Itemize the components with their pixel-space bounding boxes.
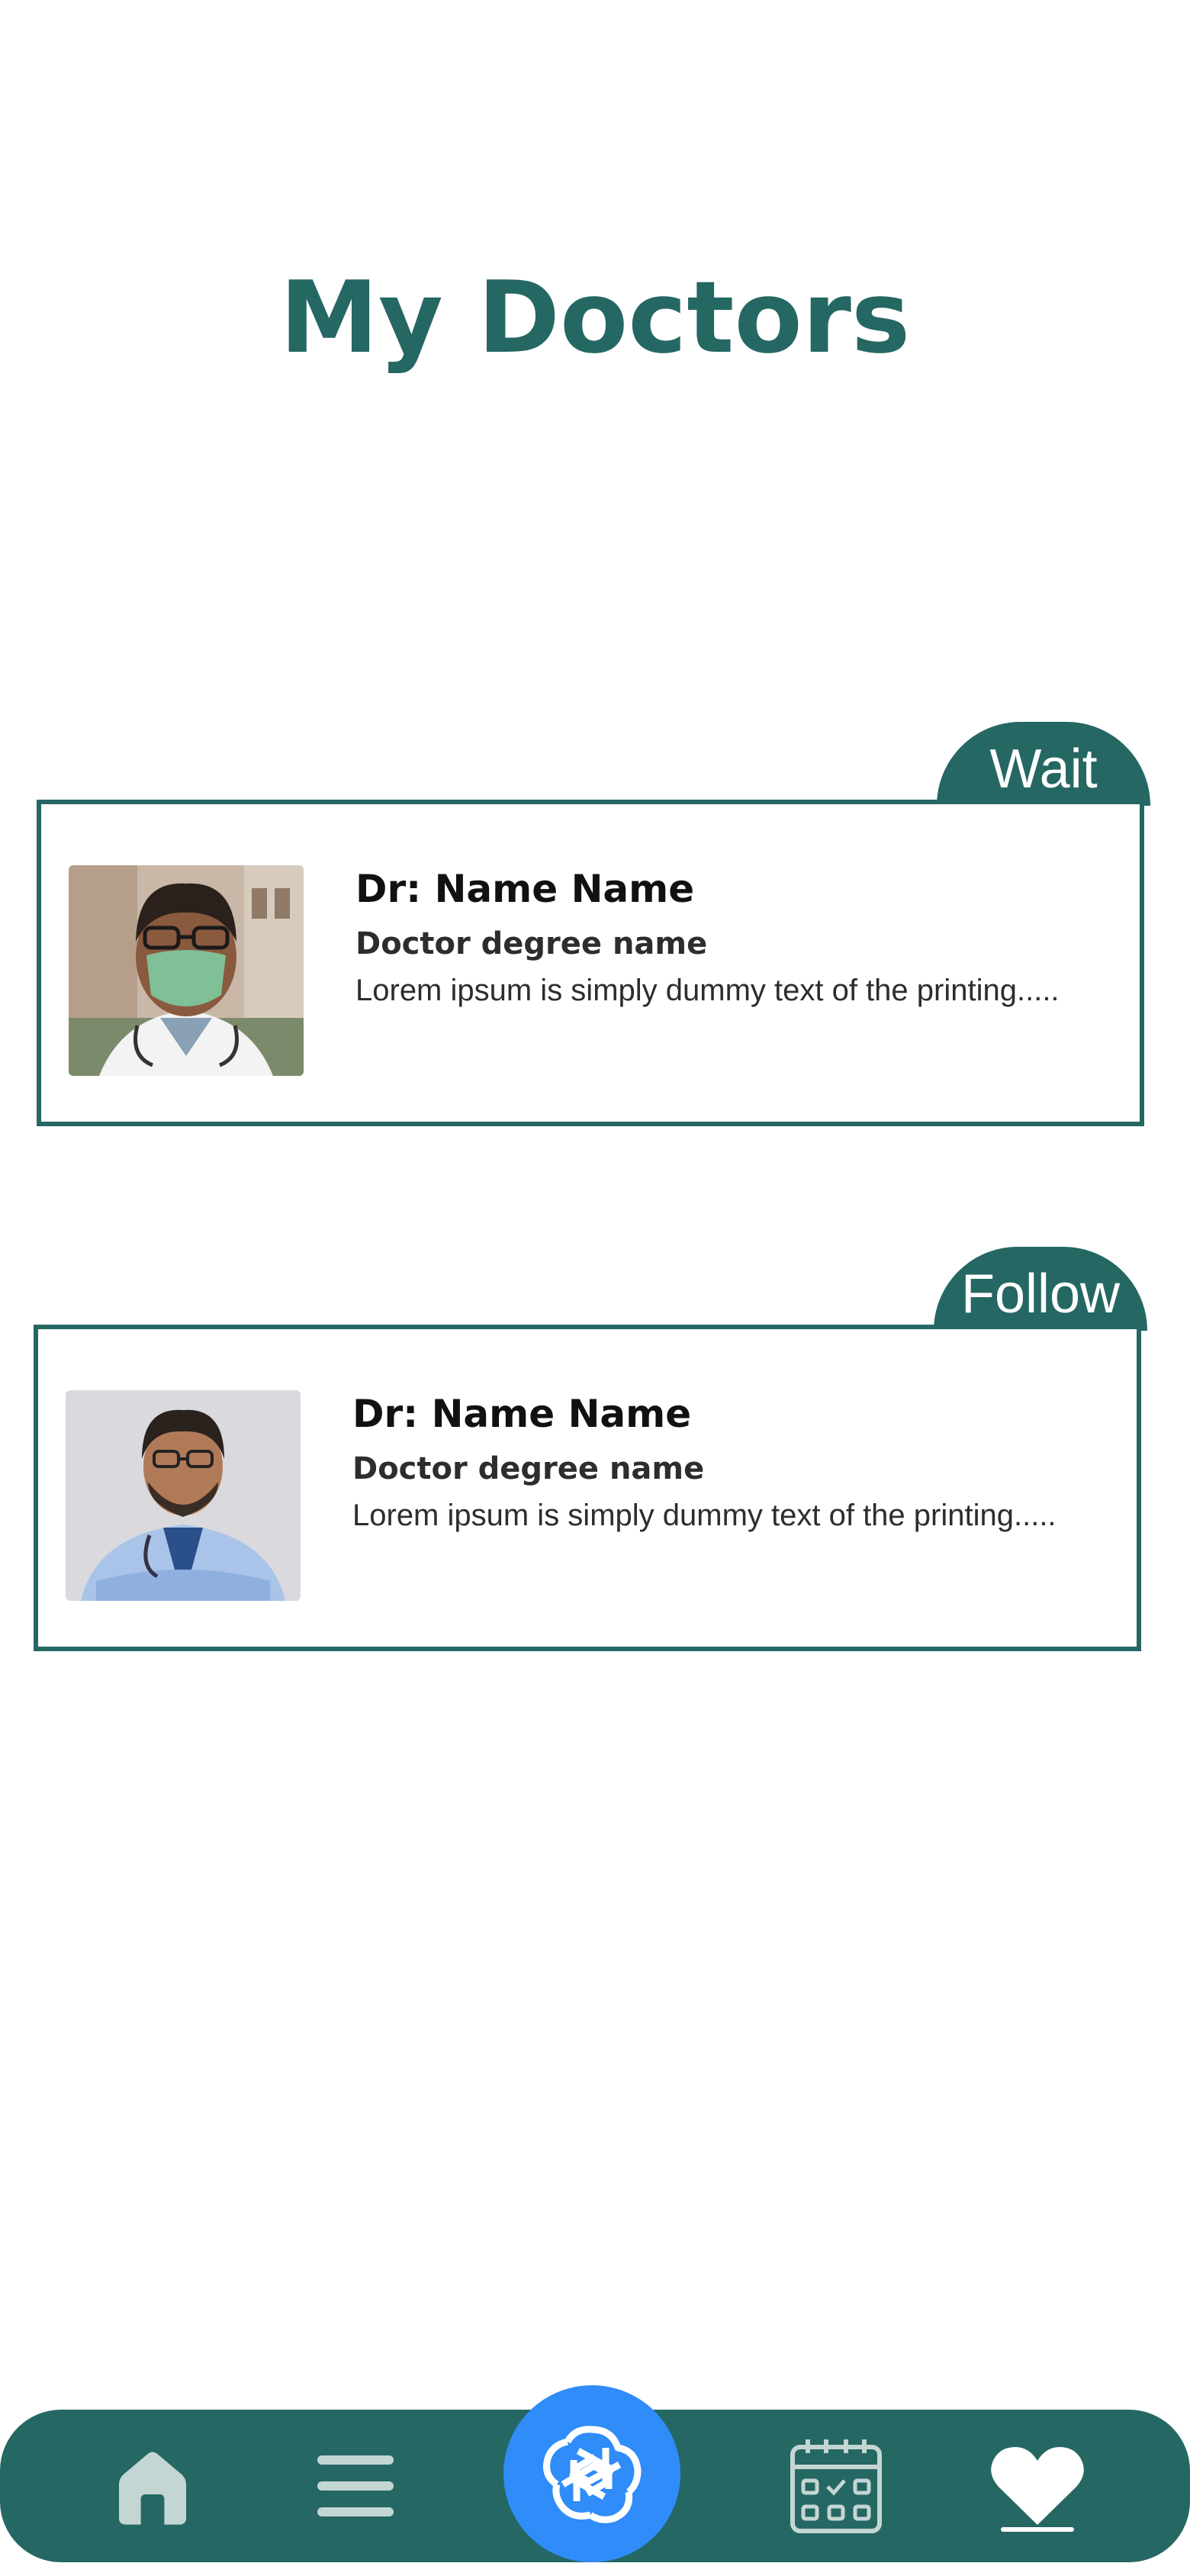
doctor-photo (69, 865, 304, 1076)
nav-favorites[interactable] (984, 2410, 1091, 2562)
active-indicator (1001, 2527, 1074, 2532)
status-badge[interactable]: Wait (937, 722, 1150, 806)
status-badge[interactable]: Follow (934, 1247, 1147, 1331)
doctor-description: Lorem ipsum is simply dummy text of the … (355, 974, 1060, 1007)
nav-home[interactable] (99, 2410, 206, 2562)
chatbot-button[interactable] (503, 2385, 680, 2562)
doctor-name: Dr: Name Name (355, 867, 695, 911)
page-title: My Doctors (279, 259, 911, 375)
doctor-card[interactable]: Dr: Name Name Doctor degree name Lorem i… (37, 800, 1144, 1126)
doctor-card-wrapper: Wait Dr: Name Name Doctor degree name Lo… (37, 722, 1150, 1134)
nav-calendar[interactable] (783, 2410, 889, 2562)
doctor-description: Lorem ipsum is simply dummy text of the … (352, 1499, 1057, 1532)
doctor-name: Dr: Name Name (352, 1392, 692, 1436)
menu-icon (317, 2455, 394, 2516)
doctor-degree: Doctor degree name (352, 1451, 705, 1486)
home-icon (119, 2452, 186, 2525)
nav-menu[interactable] (302, 2410, 409, 2562)
doctor-card-wrapper: Follow Dr: Name Name Doctor degree name … (34, 1247, 1147, 1659)
chatbot-icon (543, 2426, 642, 2523)
doctor-card[interactable]: Dr: Name Name Doctor degree name Lorem i… (34, 1325, 1141, 1651)
calendar-icon (790, 2439, 882, 2533)
doctor-info: Dr: Name Name Doctor degree name Lorem i… (352, 1392, 1085, 1534)
doctor-degree: Doctor degree name (355, 926, 708, 961)
doctor-info: Dr: Name Name Doctor degree name Lorem i… (355, 867, 1088, 1009)
heart-icon (991, 2447, 1084, 2525)
doctor-photo (66, 1390, 301, 1601)
